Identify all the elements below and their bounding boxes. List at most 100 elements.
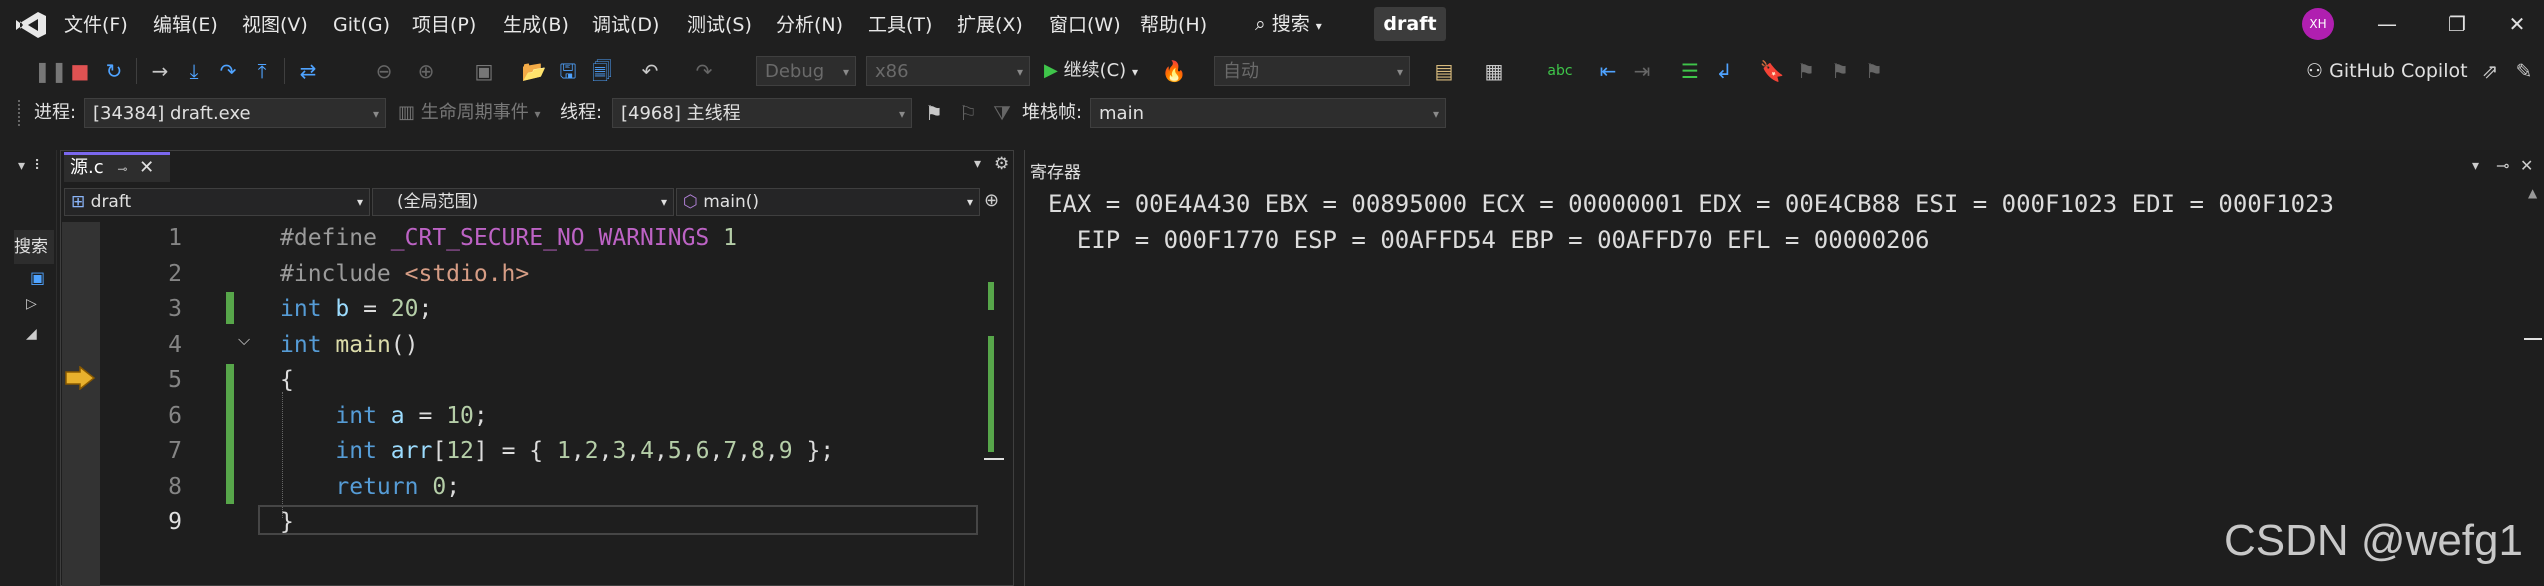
menu-item[interactable]: 测试(S) [687,12,752,38]
lifecycle-icon: ▥ [398,102,416,123]
step-out-icon[interactable]: ⤒ [248,56,276,86]
registers-scrollbar[interactable]: ▲ [2524,184,2542,586]
window-options-icon[interactable]: ▾ [2472,158,2479,174]
stack-frame-select[interactable]: main ▾ [1090,98,1446,128]
flag-thread-icon[interactable]: ⚑ [920,98,948,128]
scroll-up-icon[interactable]: ▲ [2528,186,2537,200]
menu-item[interactable]: Git(G) [333,12,390,38]
uncomment-icon[interactable]: ↲ [1710,56,1738,86]
member-nav-select[interactable]: ⬡ main() ▾ [676,188,980,216]
scope-nav-select[interactable]: (全局范围) ▾ [372,188,674,216]
code-line[interactable]: #include <stdio.h> [280,256,529,292]
window-layout-icon[interactable]: ▦ [1480,56,1508,86]
save-all-icon[interactable]: 🗐 [588,56,616,86]
search-button[interactable]: ⌕ 搜索 ▾ [1255,10,1322,38]
code-token: , [626,438,641,464]
restart-icon[interactable]: ↻ [100,56,128,86]
split-editor-icon[interactable]: ⊕ [984,190,999,211]
menu-item[interactable]: 项目(P) [412,12,476,38]
code-line[interactable]: int arr[12] = { 1,2,3,4,5,6,7,8,9 }; [280,433,834,469]
save-icon[interactable]: 🖫 [554,56,582,86]
solution-explorer-icon[interactable]: ▤ [1430,56,1458,86]
menu-item[interactable]: 帮助(H) [1140,12,1207,38]
project-nav-select[interactable]: ⊞ draft ▾ [64,188,370,216]
close-tab-icon[interactable]: ✕ [139,157,154,178]
menu-item[interactable]: 编辑(E) [153,12,218,38]
code-line[interactable]: } [280,504,294,540]
left-panel-icon[interactable]: ▣ [30,268,45,287]
redo-icon[interactable]: ↷ [690,56,718,86]
feedback-icon[interactable]: ✎ [2510,56,2538,86]
toolbar-grip[interactable] [18,100,26,126]
restore-button[interactable]: ❐ [2442,10,2472,38]
bookmark-clear-icon[interactable]: ⚑ [1860,56,1888,86]
menu-item[interactable]: 生成(B) [503,12,569,38]
spell-check-icon[interactable]: abc [1546,56,1574,86]
indicator-margin[interactable] [62,222,100,586]
continue-button[interactable]: ▶ 继续(C) ▾ [1044,56,1138,86]
menu-item[interactable]: 窗口(W) [1049,12,1121,38]
code-token: 5 [667,438,682,464]
hot-reload-flame-icon[interactable]: 🔥 [1160,56,1188,86]
menu-item[interactable]: 工具(T) [868,12,932,38]
code-line[interactable]: return 0; [280,469,460,505]
process-select[interactable]: [34384] draft.exe ▾ [84,98,386,128]
pin-icon[interactable]: ⊸ [2496,156,2509,175]
configuration-select[interactable]: Debug ▾ [756,56,856,86]
minimize-button[interactable]: — [2372,10,2402,38]
code-line[interactable]: { [280,362,294,398]
navigate-back-icon[interactable]: ⊖ [370,56,398,86]
bookmark-prev-icon[interactable]: ⚑ [1792,56,1820,86]
menu-item[interactable]: 调试(D) [592,12,659,38]
tab-label: 源.c [70,157,104,178]
break-all-icon[interactable]: ❚❚ [34,56,68,86]
stop-debugging-icon[interactable]: ■ [66,56,94,86]
tab-source-c[interactable]: 源.c ⊸ ✕ [64,152,170,182]
flag-all-threads-icon[interactable]: ⚐ [954,98,982,128]
comment-icon[interactable]: ☰ [1676,56,1704,86]
new-project-icon[interactable]: ▣ [470,56,498,86]
unindent-icon[interactable]: ⇥ [1628,56,1656,86]
menu-item[interactable]: 文件(F) [64,12,128,38]
close-window-icon[interactable]: ✕ [2520,156,2533,175]
show-next-statement-icon[interactable]: → [146,56,174,86]
github-copilot-button[interactable]: ⚇ GitHub Copilot [2306,56,2468,86]
visual-studio-logo-icon[interactable] [14,10,48,40]
platform-select[interactable]: x86 ▾ [866,56,1030,86]
navigate-forward-icon[interactable]: ⊕ [412,56,440,86]
thread-select[interactable]: [4968] 主线程 ▾ [612,98,912,128]
settings-gear-icon[interactable]: ⚙ [994,154,1009,174]
left-search-label[interactable]: 搜索 [14,230,54,264]
code-line[interactable]: #define _CRT_SECURE_NO_WARNINGS 1 [280,220,737,256]
close-button[interactable]: ✕ [2502,10,2532,38]
code-line[interactable]: int a = 10; [280,398,487,434]
collapse-region-icon[interactable]: ⌵ [238,330,250,350]
line-number: 7 [168,438,182,464]
editor-scrollbar[interactable] [984,222,1004,586]
menu-item[interactable]: 分析(N) [776,12,843,38]
step-into-icon[interactable]: ⤓ [180,56,208,86]
open-file-icon[interactable]: 📂 [520,56,548,86]
hot-reload-icon[interactable]: ⇄ [294,56,322,86]
menu-item[interactable]: 视图(V) [242,12,308,38]
step-over-icon[interactable]: ↷ [214,56,242,86]
lifecycle-events-button[interactable]: ▥ 生命周期事件 ▾ [398,98,541,128]
chevron-down-icon[interactable]: ▾ [18,158,25,174]
avatar[interactable]: XH [2302,8,2334,40]
share-icon[interactable]: ⇗ [2476,56,2504,86]
pin-icon[interactable]: ⠇ [34,158,44,174]
expand-icon[interactable]: ▷ [26,296,37,312]
collapse-icon[interactable]: ◢ [26,326,37,342]
tab-overflow-icon[interactable]: ▾ [974,156,981,172]
auto-select[interactable]: 自动 ▾ [1214,56,1410,86]
bookmark-icon[interactable]: 🔖 [1758,56,1786,86]
code-line[interactable]: int b = 20; [280,291,432,327]
format-selection-icon[interactable]: ⇤ [1594,56,1622,86]
undo-icon[interactable]: ↶ [636,56,664,86]
thread-filter-icon[interactable]: ⧩ [988,98,1016,128]
bookmark-next-icon[interactable]: ⚑ [1826,56,1854,86]
pin-tab-icon[interactable]: ⊸ [117,162,127,176]
code-line[interactable]: int main() [280,327,419,363]
menu-item[interactable]: 扩展(X) [957,12,1023,38]
